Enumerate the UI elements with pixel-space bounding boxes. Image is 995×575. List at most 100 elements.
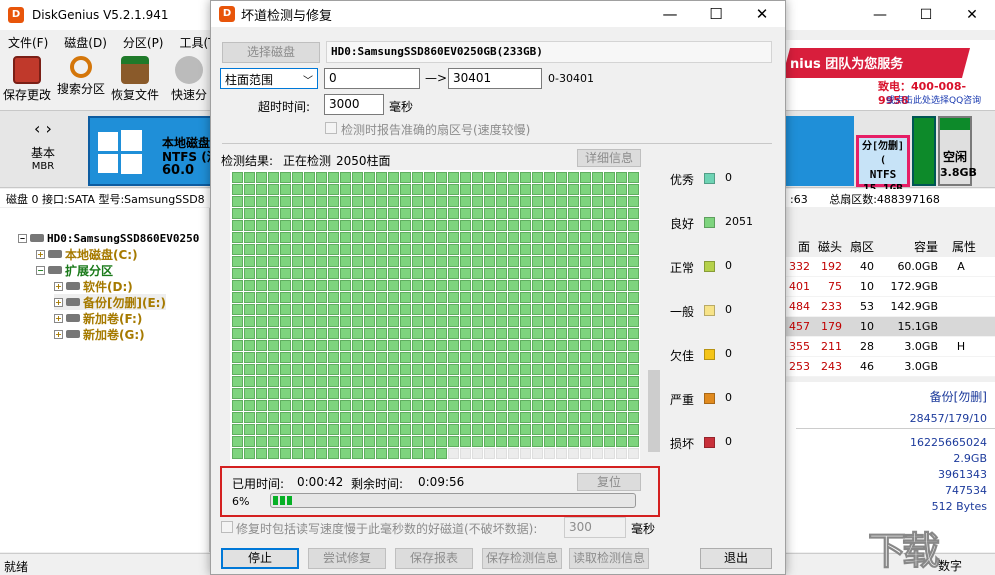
cylinder-cell xyxy=(268,292,279,303)
cylinder-cell xyxy=(232,304,243,315)
range-end-input[interactable]: 30401 xyxy=(448,68,542,89)
cylinder-cell xyxy=(244,436,255,447)
cylinder-cell xyxy=(496,208,507,219)
tree-item[interactable]: + 本地磁盘(C:) xyxy=(36,246,138,262)
cylinder-cell xyxy=(352,400,363,411)
cylinder-cell xyxy=(448,412,459,423)
expand-icon[interactable]: + xyxy=(36,249,45,259)
partition-block-c[interactable]: 本地磁盘 NTFS (活 60.0 xyxy=(88,116,219,186)
expand-icon[interactable]: + xyxy=(54,297,63,307)
expand-icon[interactable]: + xyxy=(54,329,63,339)
scrollbar-thumb[interactable] xyxy=(648,370,660,452)
main-maximize-button[interactable]: ☐ xyxy=(903,0,949,30)
cylinder-cell xyxy=(580,208,591,219)
disk-nav-arrows[interactable]: ‹ › xyxy=(8,119,78,138)
main-minimize-button[interactable]: — xyxy=(857,0,903,30)
tree-item[interactable]: − 扩展分区 xyxy=(36,262,113,278)
exit-button[interactable]: 退出 xyxy=(700,548,772,569)
tree-item[interactable]: + 软件(D:) xyxy=(54,278,133,294)
cylinder-cell xyxy=(460,292,471,303)
quick-partition-button[interactable]: 快速分 xyxy=(162,52,216,108)
collapse-icon[interactable]: − xyxy=(18,233,27,243)
legend-count: 0 xyxy=(725,391,732,404)
save-report-button[interactable]: 保存报表 xyxy=(395,548,473,569)
cylinder-cell xyxy=(532,268,543,279)
ad-qq-link[interactable]: 或点击此处选择QQ咨询 xyxy=(886,93,981,106)
cylinder-cell xyxy=(616,328,627,339)
disk-basic-label: ‹ › 基本 MBR xyxy=(8,119,78,172)
cylinder-cell xyxy=(448,400,459,411)
repair-slow-checkbox[interactable] xyxy=(221,521,233,533)
cylinder-cell xyxy=(628,352,639,363)
save-changes-button[interactable]: 保存更改 xyxy=(0,52,54,108)
main-close-button[interactable]: ✕ xyxy=(949,0,995,30)
partition-block-d[interactable] xyxy=(786,116,854,186)
cylinder-cell xyxy=(316,268,327,279)
partition-block-f[interactable] xyxy=(912,116,936,186)
menu-partition[interactable]: 分区(P) xyxy=(115,30,172,52)
cylinder-cell xyxy=(268,172,279,183)
cylinder-cell xyxy=(352,436,363,447)
cylinder-cell xyxy=(592,184,603,195)
partition-block-e[interactable]: 分[勿删]( NTFS 15.1GB xyxy=(856,135,910,195)
recover-files-button[interactable]: 恢复文件 xyxy=(108,52,162,108)
cylinder-cell xyxy=(496,424,507,435)
cylinder-cell xyxy=(400,244,411,255)
cylinder-cell xyxy=(460,388,471,399)
timeout-input[interactable]: 3000 xyxy=(324,94,384,115)
cylinder-cell xyxy=(292,184,303,195)
collapse-icon[interactable]: − xyxy=(36,265,45,275)
reset-button[interactable]: 复位 xyxy=(577,473,641,491)
range-mode-select[interactable]: 柱面范围 ﹀ xyxy=(220,68,318,89)
report-sector-checkbox[interactable] xyxy=(325,122,337,134)
table-row[interactable]: 332 192 40 60.0GB A xyxy=(786,257,995,277)
stop-button[interactable]: 停止 xyxy=(221,548,299,569)
expand-icon[interactable]: + xyxy=(54,281,63,291)
cylinder-cell xyxy=(496,244,507,255)
table-row[interactable]: 401 75 10 172.9GB xyxy=(786,277,995,297)
table-row[interactable]: 253 243 46 3.0GB xyxy=(786,357,995,377)
result-label: 检测结果: xyxy=(221,154,274,168)
repair-ms-input[interactable]: 300 xyxy=(564,517,626,538)
try-repair-button[interactable]: 尝试修复 xyxy=(308,548,386,569)
cylinder-cell xyxy=(424,196,435,207)
legend-count: 0 xyxy=(725,347,732,360)
partition-block-free[interactable]: 空闲 3.8GB xyxy=(938,116,977,186)
dialog-close-button[interactable]: ✕ xyxy=(739,1,785,27)
cylinder-cell xyxy=(604,412,615,423)
cylinder-cell xyxy=(316,400,327,411)
cylinder-cell xyxy=(508,328,519,339)
cylinder-cell xyxy=(592,352,603,363)
tree-disk-hd0[interactable]: − HD0:SamsungSSD860EV0250 xyxy=(18,230,199,246)
tree-item[interactable]: + 新加卷(F:) xyxy=(54,310,142,326)
details-button[interactable]: 详细信息 xyxy=(577,149,641,167)
cylinder-cell xyxy=(316,184,327,195)
legend-swatch xyxy=(704,261,715,272)
legend-swatch xyxy=(704,217,715,228)
cylinder-cell xyxy=(460,436,471,447)
table-row[interactable]: 355 211 28 3.0GB H xyxy=(786,337,995,357)
tree-item[interactable]: + 备份[勿删](E:) xyxy=(54,294,166,310)
grid-scrollbar[interactable] xyxy=(646,170,662,467)
cylinder-cell xyxy=(472,400,483,411)
table-row[interactable]: 484 233 53 142.9GB xyxy=(786,297,995,317)
table-row[interactable]: 457 179 10 15.1GB xyxy=(786,317,995,337)
cylinder-cell xyxy=(544,364,555,375)
tree-item[interactable]: + 新加卷(G:) xyxy=(54,326,145,342)
menu-file[interactable]: 文件(F) xyxy=(0,30,56,52)
load-info-button[interactable]: 读取检测信息 xyxy=(569,548,649,569)
range-start-input[interactable]: 0 xyxy=(324,68,420,89)
cylinder-cell xyxy=(604,376,615,387)
chevron-down-icon: ﹀ xyxy=(303,76,313,87)
save-info-button[interactable]: 保存检测信息 xyxy=(482,548,562,569)
menu-disk[interactable]: 磁盘(D) xyxy=(56,30,115,52)
support-ad-banner[interactable]: nius 团队为您服务 致电：400-008-9958 或点击此处选择QQ咨询 xyxy=(786,40,995,110)
search-partition-button[interactable]: 搜索分区 xyxy=(54,52,108,108)
cylinder-cell xyxy=(256,448,267,459)
cylinder-cell xyxy=(592,268,603,279)
cylinder-cell xyxy=(352,220,363,231)
expand-icon[interactable]: + xyxy=(54,313,63,323)
dialog-maximize-button[interactable]: ☐ xyxy=(693,1,739,27)
select-disk-button[interactable]: 选择磁盘 xyxy=(222,42,320,63)
dialog-minimize-button[interactable]: — xyxy=(647,1,693,27)
